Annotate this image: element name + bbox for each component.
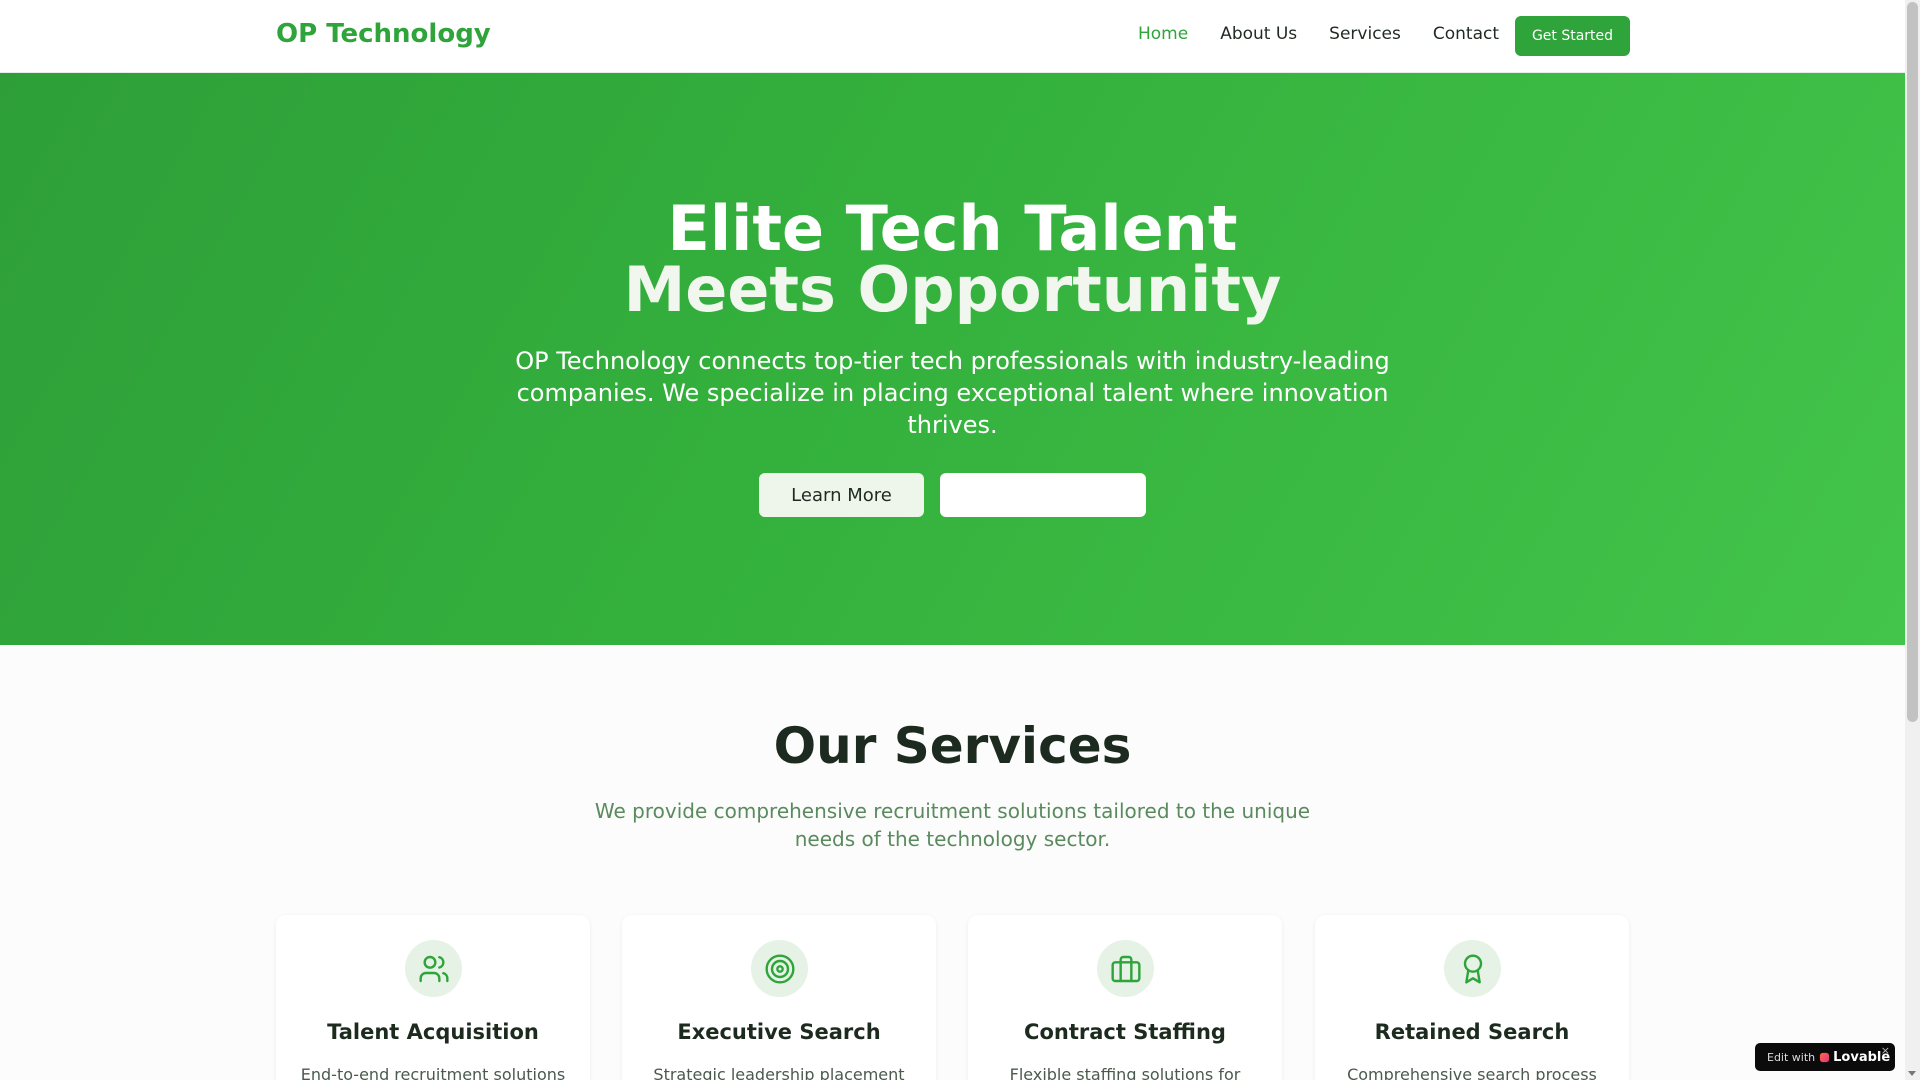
- hero-title: Elite Tech Talent Meets Opportunity: [0, 192, 1905, 326]
- services-subtitle: We provide comprehensive recruitment sol…: [594, 799, 1311, 851]
- scroll-down-arrow-icon[interactable]: [1908, 1071, 1916, 1076]
- card-description: Comprehensive search process: [1347, 1065, 1597, 1080]
- card-title: Talent Acquisition: [327, 1020, 539, 1044]
- vertical-scrollbar[interactable]: [1905, 0, 1920, 1080]
- badge-prefix: Edit with: [1767, 1050, 1816, 1064]
- top-navigation: OP Technology Home About Us Services Con…: [0, 0, 1905, 73]
- nav-links: Home About Us Services Contact: [1138, 24, 1531, 44]
- hero-section: Elite Tech Talent Meets Opportunity OP T…: [0, 73, 1905, 645]
- get-started-button[interactable]: Get Started: [1515, 16, 1630, 56]
- edit-with-lovable-badge[interactable]: Edit with Lovable ×: [1755, 1043, 1895, 1071]
- hero-title-line-1: Elite Tech Talent: [667, 192, 1238, 265]
- hero-title-line-2: Meets Opportunity: [623, 253, 1282, 326]
- hero-subtitle: OP Technology connects top-tier tech pro…: [515, 347, 1390, 439]
- page: OP Technology Home About Us Services Con…: [0, 0, 1905, 1080]
- card-description: Flexible staffing solutions for: [1009, 1065, 1241, 1080]
- service-card-contract-staffing[interactable]: Contract Staffing Flexible staffing solu…: [968, 915, 1282, 1080]
- nav-link-about-us[interactable]: About Us: [1220, 24, 1297, 44]
- card-title: Retained Search: [1374, 1020, 1570, 1044]
- services-section: Our Services We provide comprehensive re…: [0, 645, 1905, 1080]
- card-description: End-to-end recruitment solutions: [300, 1065, 566, 1080]
- briefcase-icon: [1097, 940, 1154, 997]
- target-icon: [751, 940, 808, 997]
- service-card-retained-search[interactable]: Retained Search Comprehensive search pro…: [1315, 915, 1629, 1080]
- service-card-executive-search[interactable]: Executive Search Strategic leadership pl…: [622, 915, 936, 1080]
- secondary-hero-button[interactable]: [940, 473, 1146, 517]
- nav-link-home[interactable]: Home: [1138, 24, 1188, 44]
- users-icon: [405, 940, 462, 997]
- award-icon: [1444, 940, 1501, 997]
- card-title: Contract Staffing: [1024, 1020, 1226, 1044]
- lovable-heart-icon: [1819, 1052, 1830, 1063]
- scrollbar-thumb[interactable]: [1907, 2, 1918, 722]
- brand-logo[interactable]: OP Technology: [276, 19, 491, 49]
- learn-more-button[interactable]: Learn More: [759, 473, 924, 517]
- service-card-talent-acquisition[interactable]: Talent Acquisition End-to-end recruitmen…: [276, 915, 590, 1080]
- services-title: Our Services: [773, 717, 1132, 775]
- card-description: Strategic leadership placement: [653, 1065, 905, 1080]
- card-title: Executive Search: [677, 1020, 881, 1044]
- nav-link-contact[interactable]: Contact: [1433, 24, 1499, 44]
- nav-link-services[interactable]: Services: [1329, 24, 1401, 44]
- badge-close-icon[interactable]: ×: [1881, 1044, 1890, 1057]
